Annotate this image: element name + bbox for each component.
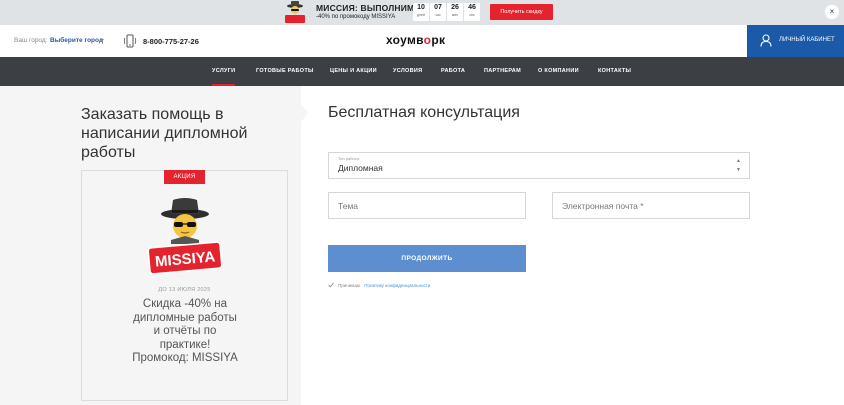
- agree-text: Принимаю: [338, 282, 361, 288]
- close-icon[interactable]: ×: [825, 5, 839, 19]
- select-arrows-icon: ▲ ▼: [736, 158, 741, 173]
- privacy-agreement: Принимаю Политику конфиденциальности: [328, 282, 430, 288]
- timer-minutes: 26 мин: [447, 3, 463, 21]
- nav-item-services[interactable]: УСЛУГИ: [212, 57, 236, 86]
- site-logo[interactable]: хоумворк: [386, 33, 445, 47]
- form-title: Бесплатная консультация: [328, 104, 520, 121]
- promo-title: МИССИЯ: ВЫПОЛНИМА: [316, 3, 421, 13]
- privacy-policy-link[interactable]: Политику конфиденциальности: [364, 283, 430, 288]
- checkbox-check-icon[interactable]: [328, 282, 334, 288]
- site-header: Ваш город: Выберите город 8-800-775-27-2…: [0, 25, 844, 57]
- nav-item-jobs[interactable]: РАБОТА: [441, 57, 465, 86]
- timer-seconds: 46 сек: [464, 3, 480, 21]
- spy-mascot-icon: MISSIYA: [147, 198, 223, 275]
- timer-hours: 07 час: [430, 3, 446, 21]
- promo-badge: АКЦИЯ: [164, 170, 205, 184]
- promo-bar: МИССИЯ: ВЫПОЛНИМА -40% по промокоду MISS…: [0, 0, 844, 25]
- nav-item-conditions[interactable]: УСЛОВИЯ: [393, 57, 422, 86]
- topic-input[interactable]: [328, 192, 526, 219]
- timer-days: 10 дней: [413, 3, 429, 21]
- get-discount-button[interactable]: Получить скидку: [490, 4, 553, 20]
- main-nav: УСЛУГИ ГОТОВЫЕ РАБОТЫ ЦЕНЫ И АКЦИИ УСЛОВ…: [0, 57, 844, 86]
- work-type-value: Дипломная: [338, 163, 383, 173]
- nav-item-ready-works[interactable]: ГОТОВЫЕ РАБОТЫ: [256, 57, 314, 86]
- cabinet-label: ЛИЧНЫЙ КАБИНЕТ: [779, 37, 835, 43]
- nav-item-prices[interactable]: ЦЕНЫ И АКЦИИ: [330, 57, 377, 86]
- nav-item-about[interactable]: О КОМПАНИИ: [538, 57, 579, 86]
- work-type-select[interactable]: Тип работы Дипломная ▲ ▼: [328, 152, 750, 179]
- phone-number[interactable]: 8-800-775-27-26: [143, 37, 199, 46]
- city-select[interactable]: Выберите город: [50, 37, 103, 44]
- promo-text: Скидка -40% на дипломные работы и отчёты…: [132, 298, 238, 364]
- personal-cabinet-button[interactable]: ЛИЧНЫЙ КАБИНЕТ: [747, 25, 844, 57]
- nav-item-contacts[interactable]: КОНТАКТЫ: [598, 57, 631, 86]
- promo-date: ДО 13 ИЮЛЯ 2025: [158, 287, 211, 293]
- promo-subtitle: -40% по промокоду MISSIYA: [316, 14, 396, 20]
- countdown-timer: 10 дней 07 час 26 мин 46 сек: [413, 3, 480, 21]
- email-field[interactable]: [552, 192, 750, 219]
- user-icon: [760, 34, 772, 47]
- phone-icon: [123, 34, 137, 48]
- chevron-down-icon[interactable]: [100, 39, 104, 42]
- panel-notch: [301, 104, 308, 122]
- work-type-label: Тип работы: [338, 156, 360, 161]
- mascot-icon: [285, 1, 305, 23]
- continue-button[interactable]: ПРОДОЛЖИТЬ: [328, 245, 526, 272]
- page-title: Заказать помощь в написании дипломной ра…: [81, 106, 248, 161]
- city-label: Ваш город:: [14, 37, 48, 44]
- nav-item-partners[interactable]: ПАРТНЕРАМ: [484, 57, 521, 86]
